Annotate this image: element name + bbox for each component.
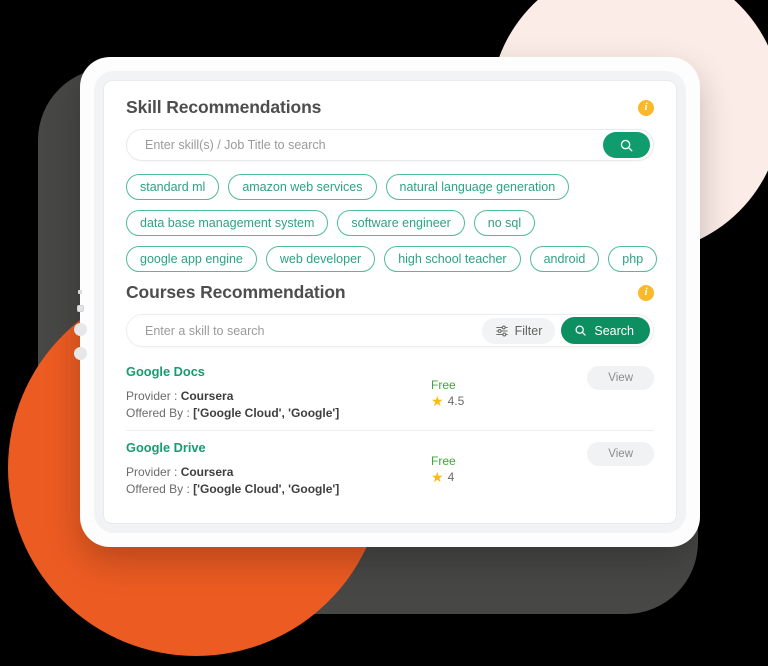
tablet-dot-indicator (78, 290, 82, 294)
course-row: Google Docs Provider : Coursera Offered … (126, 355, 654, 430)
skill-chip[interactable]: natural language generation (385, 174, 570, 201)
skill-chip[interactable]: php (608, 246, 658, 273)
tablet-screen: Skill Recommendations i Enter skill(s) /… (104, 81, 676, 523)
skill-chip[interactable]: google app engine (126, 246, 257, 273)
provider-value: Coursera (180, 389, 234, 404)
course-info: Google Drive Provider : Coursera Offered… (126, 440, 431, 498)
skill-chip-row: data base management system software eng… (126, 210, 654, 237)
search-icon (574, 324, 587, 337)
search-icon (619, 138, 634, 153)
skills-section-header: Skill Recommendations i (126, 97, 654, 118)
offered-by-value: ['Google Cloud', 'Google'] (193, 406, 340, 421)
skill-search-input[interactable] (127, 138, 603, 152)
tablet-camera-icon (76, 305, 84, 312)
rating-value: 4.5 (447, 394, 465, 409)
skill-search-button[interactable] (603, 132, 650, 158)
tablet-side-buttons (73, 290, 87, 360)
skill-chip[interactable]: software engineer (337, 210, 465, 237)
provider-label: Provider : (126, 465, 181, 480)
scene: Skill Recommendations i Enter skill(s) /… (0, 0, 768, 666)
skill-search-bar[interactable] (126, 129, 654, 161)
course-provider-line: Provider : Coursera (126, 464, 431, 481)
course-search-button[interactable]: Search (561, 317, 650, 345)
tablet-volume-up-button[interactable] (73, 323, 87, 336)
courses-section: Courses Recommendation i Enter a skill t… (126, 282, 654, 506)
course-search-input[interactable] (127, 323, 482, 338)
skill-chip[interactable]: standard ml (126, 174, 220, 201)
view-button[interactable]: View (587, 442, 654, 467)
offered-by-label: Offered By : (126, 482, 194, 497)
sliders-icon (495, 324, 509, 338)
skill-chip[interactable]: android (529, 246, 600, 273)
course-action-block: View (551, 440, 654, 467)
skill-chip[interactable]: web developer (265, 246, 376, 273)
skill-chip-rows: standard ml amazon web services natural … (126, 174, 658, 273)
star-icon: ★ (431, 393, 444, 410)
skills-info-icon[interactable]: i (638, 99, 654, 116)
skills-section-title: Skill Recommendations (126, 97, 322, 117)
course-price-block: Free ★ 4 (431, 440, 551, 484)
courses-section-title: Courses Recommendation (126, 282, 346, 303)
star-icon: ★ (431, 469, 444, 486)
course-offeredby-line: Offered By : ['Google Cloud', 'Google'] (126, 405, 431, 422)
view-button[interactable]: View (587, 366, 654, 391)
courses-section-header: Courses Recommendation i (126, 282, 654, 303)
skill-chip[interactable]: data base management system (126, 210, 329, 237)
course-price: Free (431, 378, 456, 393)
course-action-block: View (551, 364, 654, 391)
skill-chip-row: google app engine web developer high sch… (126, 246, 658, 273)
rating-value: 4 (447, 470, 455, 485)
course-row: Google Drive Provider : Coursera Offered… (126, 430, 654, 506)
offered-by-value: ['Google Cloud', 'Google'] (193, 482, 340, 497)
skill-chip[interactable]: amazon web services (228, 174, 377, 201)
course-price: Free (431, 454, 456, 469)
course-rating: ★ 4 (431, 470, 551, 484)
filter-button-label: Filter (514, 323, 543, 338)
course-info: Google Docs Provider : Coursera Offered … (126, 364, 431, 422)
skill-chip-row: standard ml amazon web services natural … (126, 174, 654, 201)
course-search-bar[interactable]: Filter Search (126, 314, 654, 348)
offered-by-label: Offered By : (126, 406, 194, 421)
provider-value: Coursera (180, 465, 234, 480)
provider-label: Provider : (126, 389, 181, 404)
course-price-block: Free ★ 4.5 (431, 364, 551, 408)
tablet-volume-down-button[interactable] (73, 347, 87, 360)
course-rating: ★ 4.5 (431, 394, 551, 408)
tablet-device: Skill Recommendations i Enter skill(s) /… (73, 57, 700, 547)
skill-chip[interactable]: high school teacher (384, 246, 521, 273)
filter-button[interactable]: Filter (481, 317, 556, 344)
skill-chip[interactable]: no sql (473, 210, 536, 237)
app-content: Skill Recommendations i Enter skill(s) /… (104, 81, 676, 507)
course-title[interactable]: Google Drive (126, 440, 431, 455)
courses-info-icon[interactable]: i (638, 284, 654, 301)
course-offeredby-line: Offered By : ['Google Cloud', 'Google'] (126, 481, 431, 498)
course-search-button-label: Search (594, 323, 634, 338)
course-title[interactable]: Google Docs (126, 364, 431, 379)
course-provider-line: Provider : Coursera (126, 388, 431, 405)
course-list: Google Docs Provider : Coursera Offered … (126, 355, 654, 506)
